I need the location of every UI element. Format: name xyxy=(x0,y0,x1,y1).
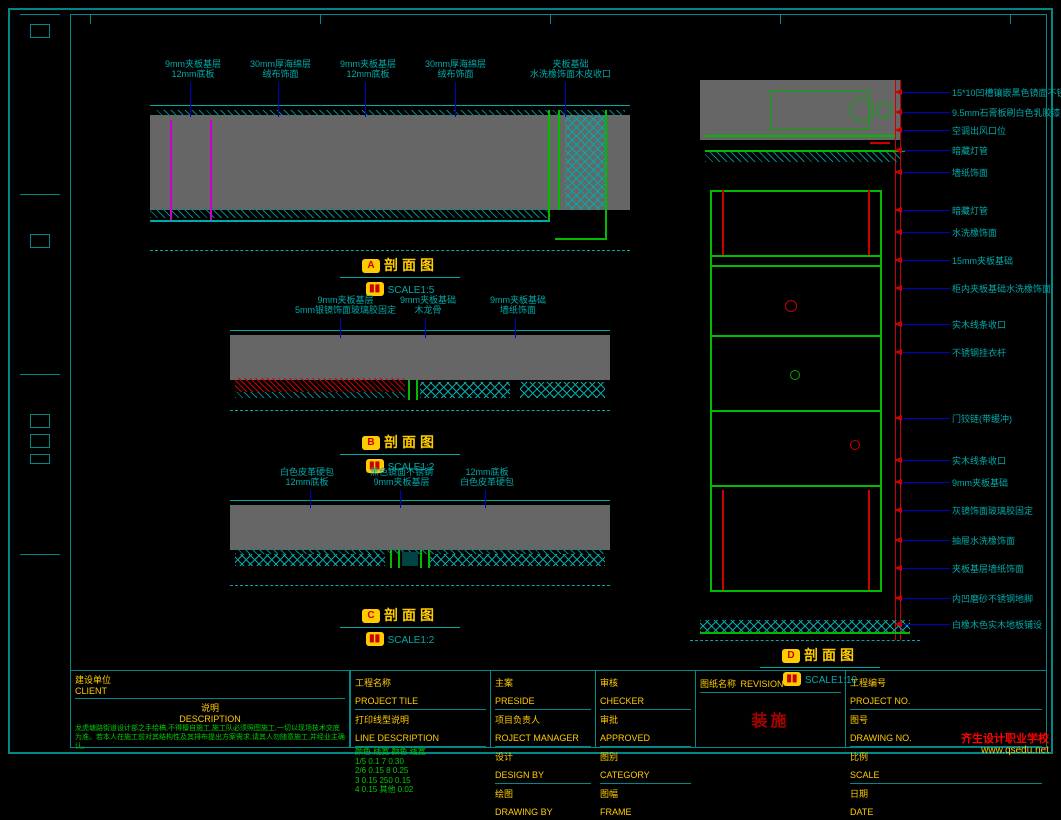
label: 夹板基础水洗橡饰面木皮收口 xyxy=(530,60,611,80)
title-block: 工程名称PROJECT TILE 打印线型说明LINE DESCRIPTION … xyxy=(350,670,1047,748)
section-b xyxy=(230,320,610,430)
label: 9mm夹板基础墙纸饰面 xyxy=(490,296,546,316)
label: 9mm夹板基础木龙骨 xyxy=(400,296,456,316)
section-a xyxy=(150,90,630,250)
section-d xyxy=(700,80,940,640)
label: 9mm夹板基层12mm底板 xyxy=(165,60,221,80)
label: 30mm厚海绵层绒布饰面 xyxy=(425,60,486,80)
label: 9mm夹板基层12mm底板 xyxy=(340,60,396,80)
section-c-title: C剖面图 ▮▮SCALE1:2 xyxy=(340,605,460,648)
note-box: 建设单位CLIENT 说明DESCRIPTION 龙虎塘路街道设计部之手绘稿,不… xyxy=(70,670,350,748)
label: 12mm底板白色皮革硬包 xyxy=(460,468,514,488)
section-c xyxy=(230,490,610,600)
label: 黑色镜面不锈钢9mm夹板基层 xyxy=(370,468,433,488)
side-ruler xyxy=(20,14,60,748)
label: 30mm厚海绵层绒布饰面 xyxy=(250,60,311,80)
top-ruler xyxy=(70,20,1047,30)
watermark: 齐生设计职业学校 www.qsedu.net xyxy=(961,733,1049,756)
label: 白色皮革硬包12mm底板 xyxy=(280,468,334,488)
section-a-title: A剖面图 ▮▮SCALE1:5 xyxy=(340,255,460,298)
label: 9mm夹板基层5mm银镜饰面玻璃胶固定 xyxy=(295,296,396,316)
